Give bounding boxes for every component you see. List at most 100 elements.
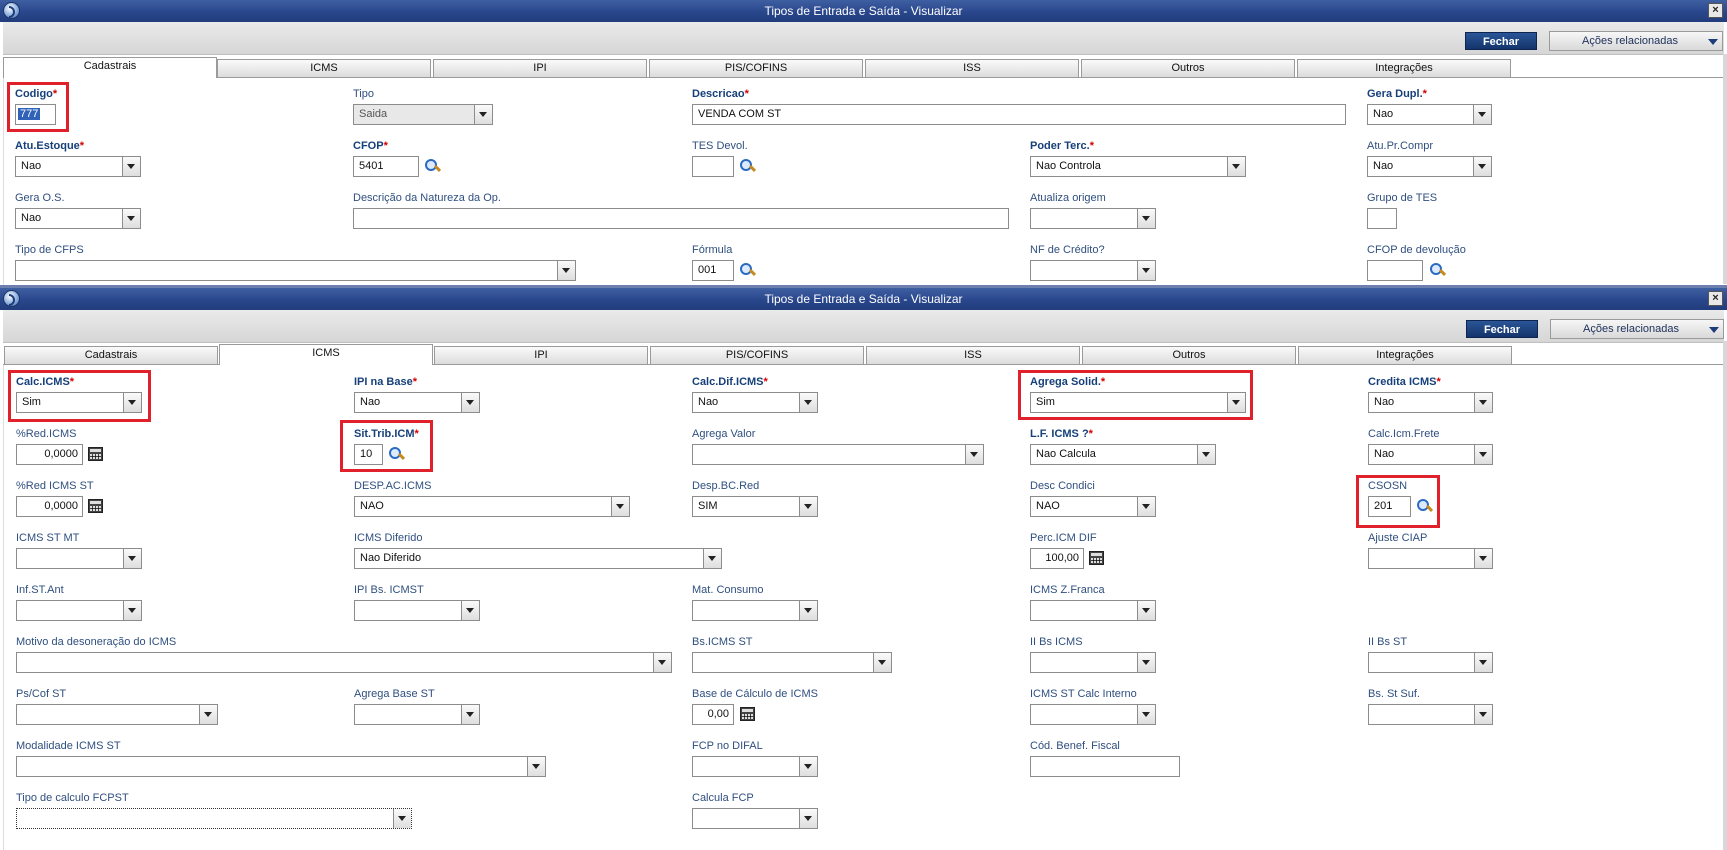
agrega-base-st-select[interactable]: [354, 704, 480, 725]
search-icon[interactable]: [739, 158, 755, 174]
motivo-desoneracao-select[interactable]: [16, 652, 672, 673]
tab-outros[interactable]: Outros: [1081, 59, 1295, 77]
tipo-cfps-select[interactable]: [15, 260, 576, 281]
icms-diferido-select[interactable]: Nao Diferido: [354, 548, 722, 569]
tab-icms[interactable]: ICMS: [219, 344, 433, 365]
scrollbar[interactable]: [1723, 341, 1727, 850]
calculator-icon[interactable]: [88, 447, 103, 461]
scrollbar[interactable]: [1723, 54, 1727, 284]
fechar-button[interactable]: Fechar: [1465, 32, 1537, 50]
calculator-icon[interactable]: [88, 499, 103, 513]
modalidade-icms-st-label: Modalidade ICMS ST: [16, 740, 121, 752]
tab-bar: Cadastrais ICMS IPI PIS/COFINS ISS Outro…: [3, 57, 1724, 78]
acoes-relacionadas-button[interactable]: Ações relacionadas: [1549, 31, 1723, 51]
codigo-label: Codigo*: [15, 88, 58, 100]
nf-credito-select[interactable]: [1030, 260, 1156, 281]
calc-dif-icms-select[interactable]: Nao: [692, 392, 818, 413]
ajuste-ciap-select[interactable]: [1368, 548, 1493, 569]
search-icon[interactable]: [1416, 498, 1432, 514]
chevron-down-icon: [965, 445, 983, 464]
search-icon[interactable]: [739, 262, 755, 278]
atu-estoque-select[interactable]: Nao: [15, 156, 141, 177]
fcp-no-difal-select[interactable]: [692, 756, 818, 777]
close-icon[interactable]: ×: [1708, 3, 1723, 18]
codigo-input[interactable]: 777: [15, 104, 56, 125]
ii-bs-icms-select[interactable]: [1030, 652, 1156, 673]
gera-dupl-select[interactable]: Nao: [1367, 104, 1492, 125]
calculator-icon[interactable]: [1089, 551, 1104, 565]
tab-pis-cofins[interactable]: PIS/COFINS: [649, 59, 863, 77]
icms-st-mt-select[interactable]: [16, 548, 142, 569]
calc-icms-label: Calc.ICMS*: [16, 376, 75, 388]
tab-ipi[interactable]: IPI: [433, 59, 647, 77]
lf-icms-select[interactable]: Nao Calcula: [1030, 444, 1216, 465]
credita-icms-select[interactable]: Nao: [1368, 392, 1493, 413]
modalidade-icms-st-select[interactable]: [16, 756, 546, 777]
desp-ac-icms-select[interactable]: NAO: [354, 496, 630, 517]
ps-cof-st-select[interactable]: [16, 704, 218, 725]
red-icms-input[interactable]: 0,0000: [16, 444, 83, 465]
atualiza-origem-select[interactable]: [1030, 208, 1156, 229]
tab-pis-cofins[interactable]: PIS/COFINS: [650, 346, 864, 364]
agrega-base-st-label: Agrega Base ST: [354, 688, 435, 700]
poder-terc-select[interactable]: Nao Controla: [1030, 156, 1246, 177]
chevron-down-icon: [461, 393, 479, 412]
acoes-relacionadas-label: Ações relacionadas: [1583, 323, 1680, 335]
tab-iss[interactable]: ISS: [866, 346, 1080, 364]
cfop-devolucao-input[interactable]: [1367, 260, 1423, 281]
base-calculo-icms-input[interactable]: 0,00: [692, 704, 734, 725]
ipi-bs-icmst-select[interactable]: [354, 600, 480, 621]
csosn-input[interactable]: 201: [1368, 496, 1411, 517]
icms-st-calc-interno-select[interactable]: [1030, 704, 1156, 725]
descricao-input[interactable]: VENDA COM ST: [692, 104, 1346, 125]
calcula-fcp-select[interactable]: [692, 808, 818, 829]
agrega-valor-select[interactable]: [692, 444, 984, 465]
desc-condici-select[interactable]: NAO: [1030, 496, 1156, 517]
tab-integracoes[interactable]: Integrações: [1298, 346, 1512, 364]
csosn-label: CSOSN: [1368, 480, 1408, 492]
bs-icms-st-select[interactable]: [692, 652, 892, 673]
search-icon[interactable]: [1429, 262, 1445, 278]
ipi-na-base-select[interactable]: Nao: [354, 392, 480, 413]
calc-icm-frete-label: Calc.Icm.Frete: [1368, 428, 1440, 440]
mat-consumo-select[interactable]: [692, 600, 818, 621]
gera-os-select[interactable]: Nao: [15, 208, 141, 229]
red-icms-st-input[interactable]: 0,0000: [16, 496, 83, 517]
chevron-down-icon: [122, 157, 140, 176]
desc-natureza-input[interactable]: [353, 208, 1009, 229]
ii-bs-icms-label: II Bs ICMS: [1030, 636, 1083, 648]
calc-icms-select[interactable]: Sim: [16, 392, 142, 413]
tab-outros[interactable]: Outros: [1082, 346, 1296, 364]
search-icon[interactable]: [424, 158, 440, 174]
close-icon[interactable]: ×: [1708, 291, 1723, 306]
grupo-tes-input[interactable]: [1367, 208, 1397, 229]
tab-ipi[interactable]: IPI: [434, 346, 648, 364]
atu-pr-compr-select[interactable]: Nao: [1367, 156, 1492, 177]
acoes-relacionadas-button[interactable]: Ações relacionadas: [1550, 319, 1724, 339]
cod-benef-fiscal-input[interactable]: [1030, 756, 1180, 777]
desp-bc-red-select[interactable]: SIM: [692, 496, 818, 517]
cfop-devolucao-label: CFOP de devolução: [1367, 244, 1466, 256]
tab-cadastrais[interactable]: Cadastrais: [4, 346, 218, 364]
bs-st-suf-select[interactable]: [1368, 704, 1493, 725]
tes-devol-input[interactable]: [692, 156, 734, 177]
ps-cof-st-label: Ps/Cof ST: [16, 688, 67, 700]
calc-icm-frete-select[interactable]: Nao: [1368, 444, 1493, 465]
tab-cadastrais[interactable]: Cadastrais: [3, 57, 217, 78]
cfop-input[interactable]: 5401: [353, 156, 419, 177]
tab-icms[interactable]: ICMS: [217, 59, 431, 77]
tipo-calculo-fcpst-select[interactable]: [16, 808, 412, 829]
tab-iss[interactable]: ISS: [865, 59, 1079, 77]
perc-icm-dif-input[interactable]: 100,00: [1030, 548, 1084, 569]
tipo-select[interactable]: Saida: [353, 104, 493, 125]
sit-trib-icm-input[interactable]: 10: [354, 444, 383, 465]
icms-z-franca-select[interactable]: [1030, 600, 1156, 621]
fechar-button[interactable]: Fechar: [1466, 320, 1538, 338]
agrega-solid-select[interactable]: Sim: [1030, 392, 1246, 413]
calculator-icon[interactable]: [740, 707, 755, 721]
tab-integracoes[interactable]: Integrações: [1297, 59, 1511, 77]
search-icon[interactable]: [388, 446, 404, 462]
formula-input[interactable]: 001: [692, 260, 734, 281]
inf-st-ant-select[interactable]: [16, 600, 142, 621]
ii-bs-st-select[interactable]: [1368, 652, 1493, 673]
